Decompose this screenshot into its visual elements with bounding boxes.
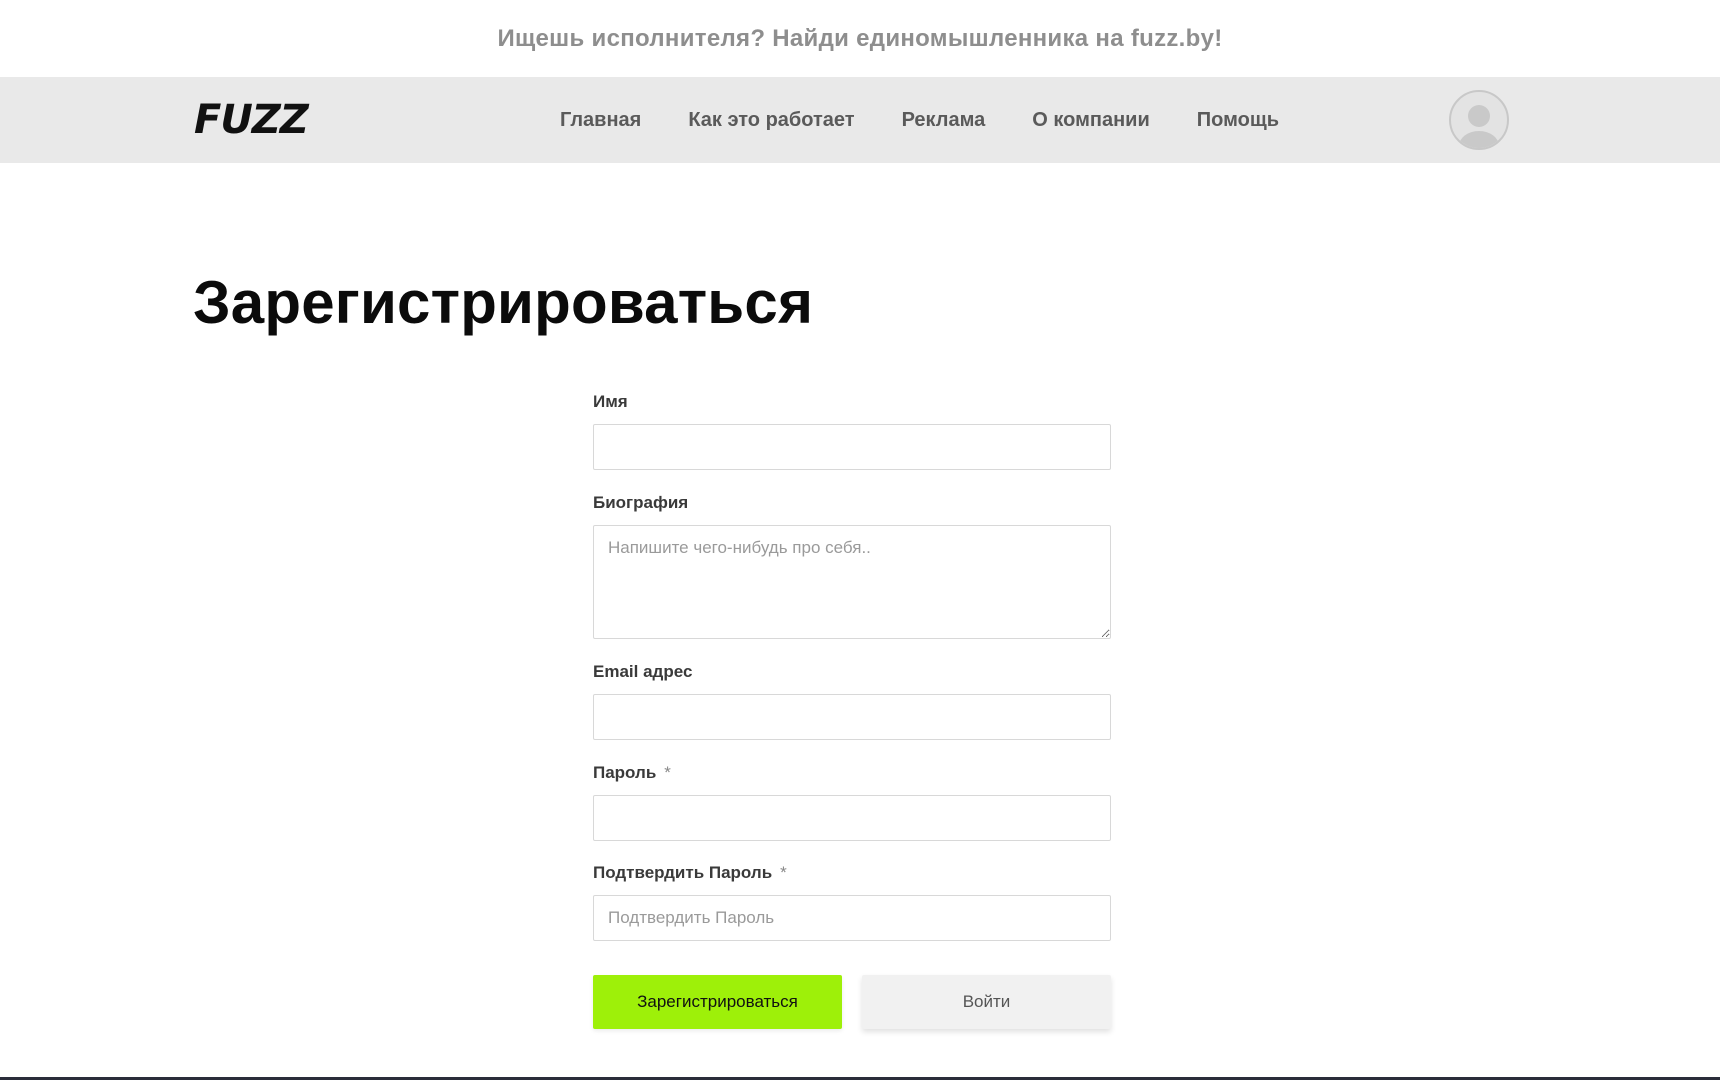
site-header: FUZZ Главная Как это работает Реклама О … [0,77,1720,163]
main-nav: Главная Как это работает Реклама О компа… [560,77,1279,163]
user-silhouette-icon [1459,105,1499,148]
confirm-password-input[interactable] [593,895,1111,941]
password-required-mark: * [664,763,671,782]
nav-home[interactable]: Главная [560,109,641,132]
name-input[interactable] [593,424,1111,470]
logo-text: FUZZ [194,97,309,143]
bio-textarea[interactable] [593,525,1111,639]
registration-page: Ищешь исполнителя? Найди единомышленника… [0,0,1720,1080]
promo-banner: Ищешь исполнителя? Найди единомышленника… [0,0,1720,77]
email-label: Email адрес [593,662,693,681]
nav-how-it-works[interactable]: Как это работает [688,109,854,132]
password-input[interactable] [593,795,1111,841]
confirm-password-required-mark: * [780,863,787,882]
nav-advertising[interactable]: Реклама [902,109,986,132]
nav-help[interactable]: Помощь [1197,109,1279,132]
page-title: Зарегистрироваться [193,269,814,336]
bio-label: Биография [593,493,689,512]
password-label: Пароль * [593,763,671,782]
confirm-password-label: Подтвердить Пароль * [593,863,787,882]
fuzz-logo[interactable]: FUZZ [194,97,309,143]
login-button[interactable]: Войти [862,975,1111,1029]
email-input[interactable] [593,694,1111,740]
promo-banner-text: Ищешь исполнителя? Найди единомышленника… [497,24,1223,52]
user-avatar[interactable] [1449,90,1509,150]
nav-about[interactable]: О компании [1032,109,1149,132]
register-button[interactable]: Зарегистрироваться [593,975,842,1029]
name-label: Имя [593,392,628,411]
